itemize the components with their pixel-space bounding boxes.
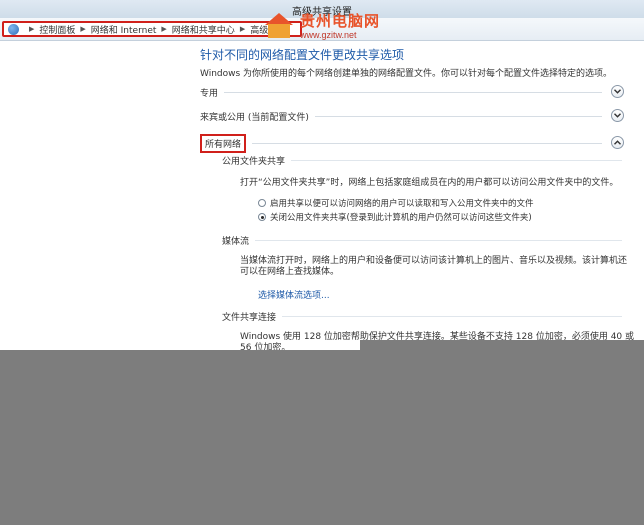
page-title: 针对不同的网络配置文件更改共享选项 [200, 48, 405, 62]
radio-button[interactable] [258, 199, 266, 207]
media-section: 媒体流 [222, 234, 622, 247]
profile-guest-public-label: 来宾或公用 (当前配置文件) [200, 112, 309, 123]
breadcrumb-network-sharing-center[interactable]: 网络和共享中心 [172, 23, 235, 36]
chevron-right-icon[interactable]: ▶ [29, 25, 34, 33]
divider [224, 91, 602, 93]
divider [255, 239, 622, 241]
public-folder-title: 公用文件夹共享 [222, 156, 286, 167]
chevron-right-icon[interactable]: ▶ [240, 25, 245, 33]
watermark: 贵州电脑网 www.gzitw.net [262, 7, 422, 45]
divider [252, 142, 602, 144]
profile-guest-public[interactable]: 来宾或公用 (当前配置文件) [200, 109, 624, 123]
file-sharing-title: 文件共享连接 [222, 312, 277, 323]
watermark-logo-icon [262, 9, 296, 41]
radio-disable-public-sharing[interactable]: 关闭公用文件夹共享(登录到此计算机的用户仍然可以访问这些文件夹) [258, 211, 532, 223]
media-description-line2: 可以在网络上查找媒体。 [240, 267, 340, 277]
chevron-right-icon[interactable]: ▶ [161, 25, 166, 33]
public-folder-description: 打开“公用文件夹共享”时，网络上包括家庭组成员在内的用户都可以访问公用文件夹中的… [240, 178, 619, 188]
radio-label[interactable]: 关闭公用文件夹共享(登录到此计算机的用户仍然可以访问这些文件夹) [270, 211, 532, 223]
media-streaming-options-link[interactable]: 选择媒体流选项... [258, 288, 330, 301]
profile-private[interactable]: 专用 [200, 85, 624, 99]
profile-all-networks[interactable]: 所有网络 [200, 133, 624, 153]
file-sharing-section: 文件共享连接 [222, 310, 622, 323]
breadcrumb[interactable]: ▶ 控制面板 ▶ 网络和 Internet ▶ 网络和共享中心 ▶ 高级共 [2, 21, 302, 37]
divider [314, 115, 602, 117]
divider [291, 159, 622, 161]
profile-all-networks-label: 所有网络 [200, 133, 247, 153]
chevron-down-icon[interactable] [611, 85, 624, 98]
radio-label[interactable]: 启用共享以便可以访问网络的用户可以读取和写入公用文件夹中的文件 [270, 197, 534, 209]
breadcrumb-network-internet[interactable]: 网络和 Internet [91, 23, 157, 36]
radio-enable-public-sharing[interactable]: 启用共享以便可以访问网络的用户可以读取和写入公用文件夹中的文件 [258, 197, 534, 209]
chevron-right-icon[interactable]: ▶ [80, 25, 85, 33]
page-description: Windows 为你所使用的每个网络创建单独的网络配置文件。你可以针对每个配置文… [200, 69, 613, 79]
gray-overlay [0, 350, 644, 525]
chevron-up-icon[interactable] [611, 136, 624, 149]
profile-private-label: 专用 [200, 88, 219, 99]
watermark-url: www.gzitw.net [300, 30, 357, 40]
chevron-down-icon[interactable] [611, 109, 624, 122]
watermark-name: 贵州电脑网 [300, 12, 381, 30]
media-title: 媒体流 [222, 236, 250, 247]
divider [282, 315, 622, 317]
control-panel-icon [8, 23, 19, 35]
breadcrumb-control-panel[interactable]: 控制面板 [39, 23, 75, 36]
radio-button-selected[interactable] [258, 213, 266, 221]
public-folder-section: 公用文件夹共享 [222, 154, 622, 167]
